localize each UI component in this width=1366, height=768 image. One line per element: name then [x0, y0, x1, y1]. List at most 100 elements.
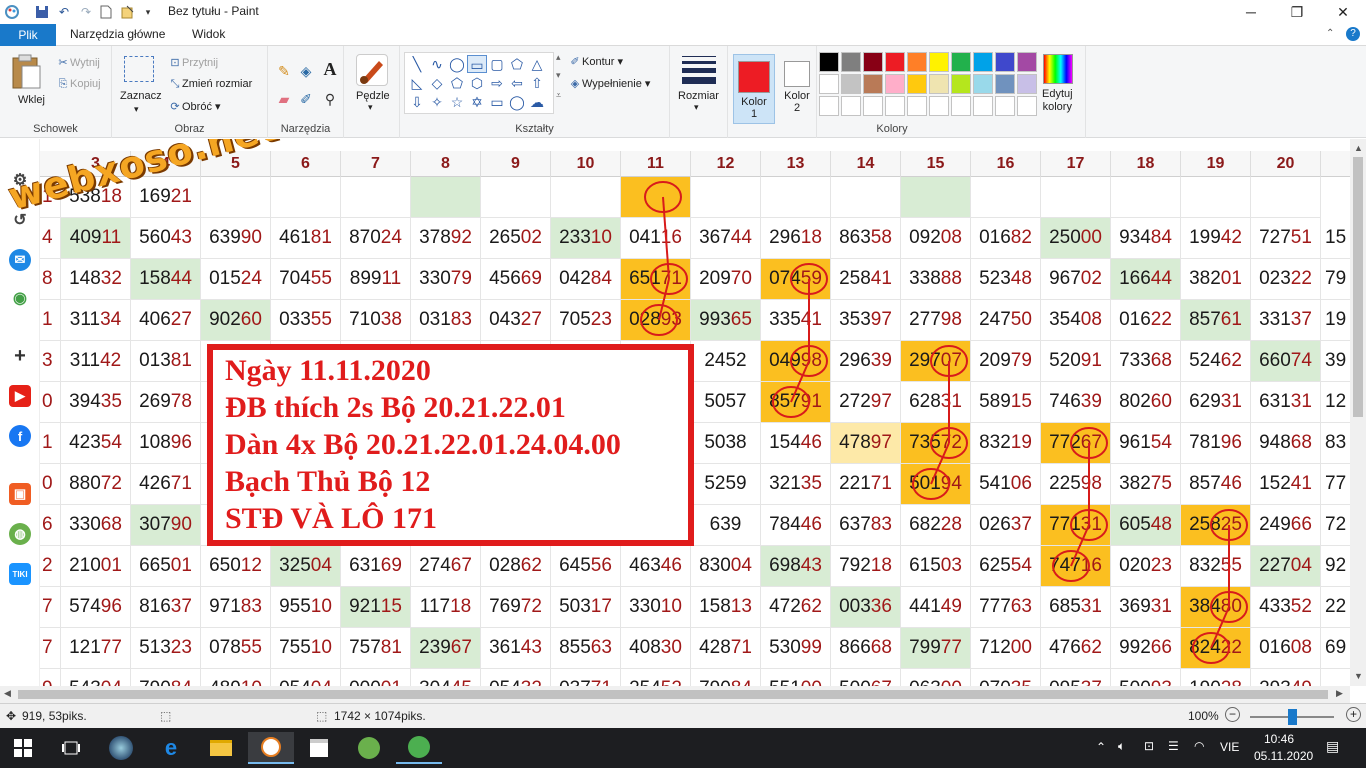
messenger-icon[interactable]: ✉ [9, 249, 31, 271]
clock-date[interactable]: 05.11.2020 [1254, 749, 1313, 763]
input-method-icon[interactable]: ☰ [1168, 739, 1179, 753]
diamond-shape-icon[interactable]: ◇ [427, 74, 447, 92]
paste-icon[interactable] [10, 54, 42, 90]
pentagon-shape-icon[interactable]: ⬠ [447, 74, 467, 92]
tiki-icon[interactable]: TIKI [9, 563, 31, 585]
left-arrow-shape-icon[interactable]: ⇦ [507, 74, 527, 92]
color2-button[interactable]: Kolor 2 [777, 54, 817, 124]
shapes-scroll-up-icon[interactable]: ▴ [556, 52, 561, 63]
line-shape-icon[interactable]: ╲ [407, 55, 427, 73]
palette-swatch[interactable] [841, 52, 861, 72]
five-point-star-shape-icon[interactable]: ☆ [447, 93, 467, 111]
rectangle-shape-icon[interactable]: ▭ [467, 55, 487, 73]
palette-swatch[interactable] [885, 96, 905, 116]
canvas[interactable]: 3 4 5 6 7 8 9 10 11 12 13 14 15 16 17 18 19 20 1 538 18 169 21… [0, 139, 1350, 686]
right-triangle-shape-icon[interactable]: ◺ [407, 74, 427, 92]
palette-swatch[interactable] [973, 74, 993, 94]
show-hidden-icons[interactable]: ⌃ [1096, 740, 1106, 754]
add-icon[interactable]: + [9, 345, 31, 367]
curve-shape-icon[interactable]: ∿ [427, 55, 447, 73]
palette-swatch[interactable] [863, 52, 883, 72]
help-icon[interactable]: ? [1346, 27, 1360, 41]
palette-swatch[interactable] [841, 74, 861, 94]
select-icon[interactable] [124, 56, 154, 82]
palette-swatch[interactable] [973, 52, 993, 72]
outline-button[interactable]: ✐ Kontur ▾ [568, 55, 623, 68]
palette-swatch[interactable] [907, 52, 927, 72]
file-explorer-icon[interactable] [198, 732, 244, 764]
palette-swatch[interactable] [863, 74, 883, 94]
rotate-button[interactable]: ⟳ Obróć ▾ [168, 100, 220, 113]
eraser-icon[interactable]: ▰ [274, 90, 294, 108]
palette-swatch[interactable] [973, 96, 993, 116]
size-icon[interactable] [682, 56, 716, 84]
palette-swatch[interactable] [951, 52, 971, 72]
cloud-callout-shape-icon[interactable]: ☁ [527, 93, 547, 111]
zoom-out-button[interactable]: − [1225, 707, 1240, 722]
color-picker-icon[interactable]: ✐ [296, 90, 316, 108]
copy-button[interactable]: ⎘ Kopiuj [56, 78, 101, 91]
customize-quick-access-icon[interactable]: ▾ [138, 2, 158, 22]
rounded-rectangle-shape-icon[interactable]: ▢ [487, 55, 507, 73]
cut-button[interactable]: ✂ Wytnij [56, 56, 99, 69]
palette-swatch[interactable] [885, 52, 905, 72]
minimize-button[interactable]: ─ [1228, 0, 1274, 24]
notifications-icon[interactable]: ▤ [1326, 738, 1339, 755]
triangle-shape-icon[interactable]: △ [527, 55, 547, 73]
palette-swatch[interactable] [885, 74, 905, 94]
maximize-button[interactable]: ❐ [1274, 0, 1320, 24]
scroll-up-icon[interactable]: ▲ [1354, 143, 1363, 153]
game-icon[interactable]: ◉ [9, 287, 31, 309]
crop-button[interactable]: ⊡ Przytnij [168, 56, 218, 69]
scroll-down-icon[interactable]: ▼ [1354, 671, 1363, 681]
select-button[interactable]: Zaznacz [120, 90, 162, 102]
four-point-star-shape-icon[interactable]: ✧ [427, 93, 447, 111]
size-dropdown-icon[interactable]: ▾ [694, 102, 699, 113]
rounded-callout-shape-icon[interactable]: ▭ [487, 93, 507, 111]
redo-icon[interactable]: ↷ [76, 2, 96, 22]
coccoc-taskbar-icon-2[interactable] [396, 732, 442, 764]
shapes-more-icon[interactable]: ⩡ [556, 90, 561, 101]
paint-app-icon[interactable] [2, 2, 22, 22]
fill-button[interactable]: ◈ Wypełnienie ▾ [568, 77, 651, 90]
resize-button[interactable]: ⤡ Zmień rozmiar [168, 78, 253, 91]
edit-colors-button[interactable]: Edytuj kolory [1042, 88, 1073, 114]
palette-swatch[interactable] [929, 96, 949, 116]
palette-swatch[interactable] [819, 52, 839, 72]
palette-swatch[interactable] [929, 74, 949, 94]
save-icon[interactable] [32, 2, 52, 22]
size-button[interactable]: Rozmiar [678, 90, 719, 102]
oval-callout-shape-icon[interactable]: ◯ [507, 93, 527, 111]
tab-file[interactable]: Plik [0, 24, 56, 46]
select-dropdown-icon[interactable]: ▾ [134, 104, 139, 115]
wifi-icon[interactable]: ◠ [1194, 739, 1204, 753]
palette-swatch[interactable] [907, 96, 927, 116]
palette-swatch[interactable] [951, 74, 971, 94]
clock-time[interactable]: 10:46 [1264, 732, 1294, 746]
store-icon[interactable] [296, 732, 342, 764]
globe-app-icon[interactable] [98, 732, 144, 764]
fill-bucket-icon[interactable]: ◈ [296, 62, 316, 80]
tab-home[interactable]: Narzędzia główne [70, 27, 165, 41]
vertical-scrollbar[interactable]: ▲ ▼ [1350, 139, 1366, 686]
paste-button[interactable]: Wklej [18, 94, 45, 106]
up-arrow-shape-icon[interactable]: ⇧ [527, 74, 547, 92]
undo-icon[interactable]: ↶ [54, 2, 74, 22]
shapes-scroll-down-icon[interactable]: ▾ [556, 70, 561, 81]
magnifier-icon[interactable]: ⚲ [320, 90, 340, 108]
six-point-star-shape-icon[interactable]: ✡ [467, 93, 487, 111]
palette-swatch[interactable] [1017, 74, 1037, 94]
zoom-in-button[interactable]: + [1346, 707, 1361, 722]
horizontal-scrollbar[interactable]: ◀ ▶ [0, 686, 1350, 703]
shopping-icon[interactable]: ▣ [9, 483, 31, 505]
vertical-scroll-thumb[interactable] [1353, 157, 1363, 417]
brush-icon[interactable] [356, 54, 388, 86]
brushes-button[interactable]: Pędzle [356, 90, 390, 102]
start-button[interactable] [0, 732, 46, 764]
palette-swatch[interactable] [995, 52, 1015, 72]
tab-view[interactable]: Widok [192, 27, 225, 41]
scroll-left-icon[interactable]: ◀ [4, 688, 11, 699]
horizontal-scroll-thumb[interactable] [18, 690, 1328, 699]
palette-swatch[interactable] [929, 52, 949, 72]
text-tool-icon[interactable]: A [320, 60, 340, 78]
